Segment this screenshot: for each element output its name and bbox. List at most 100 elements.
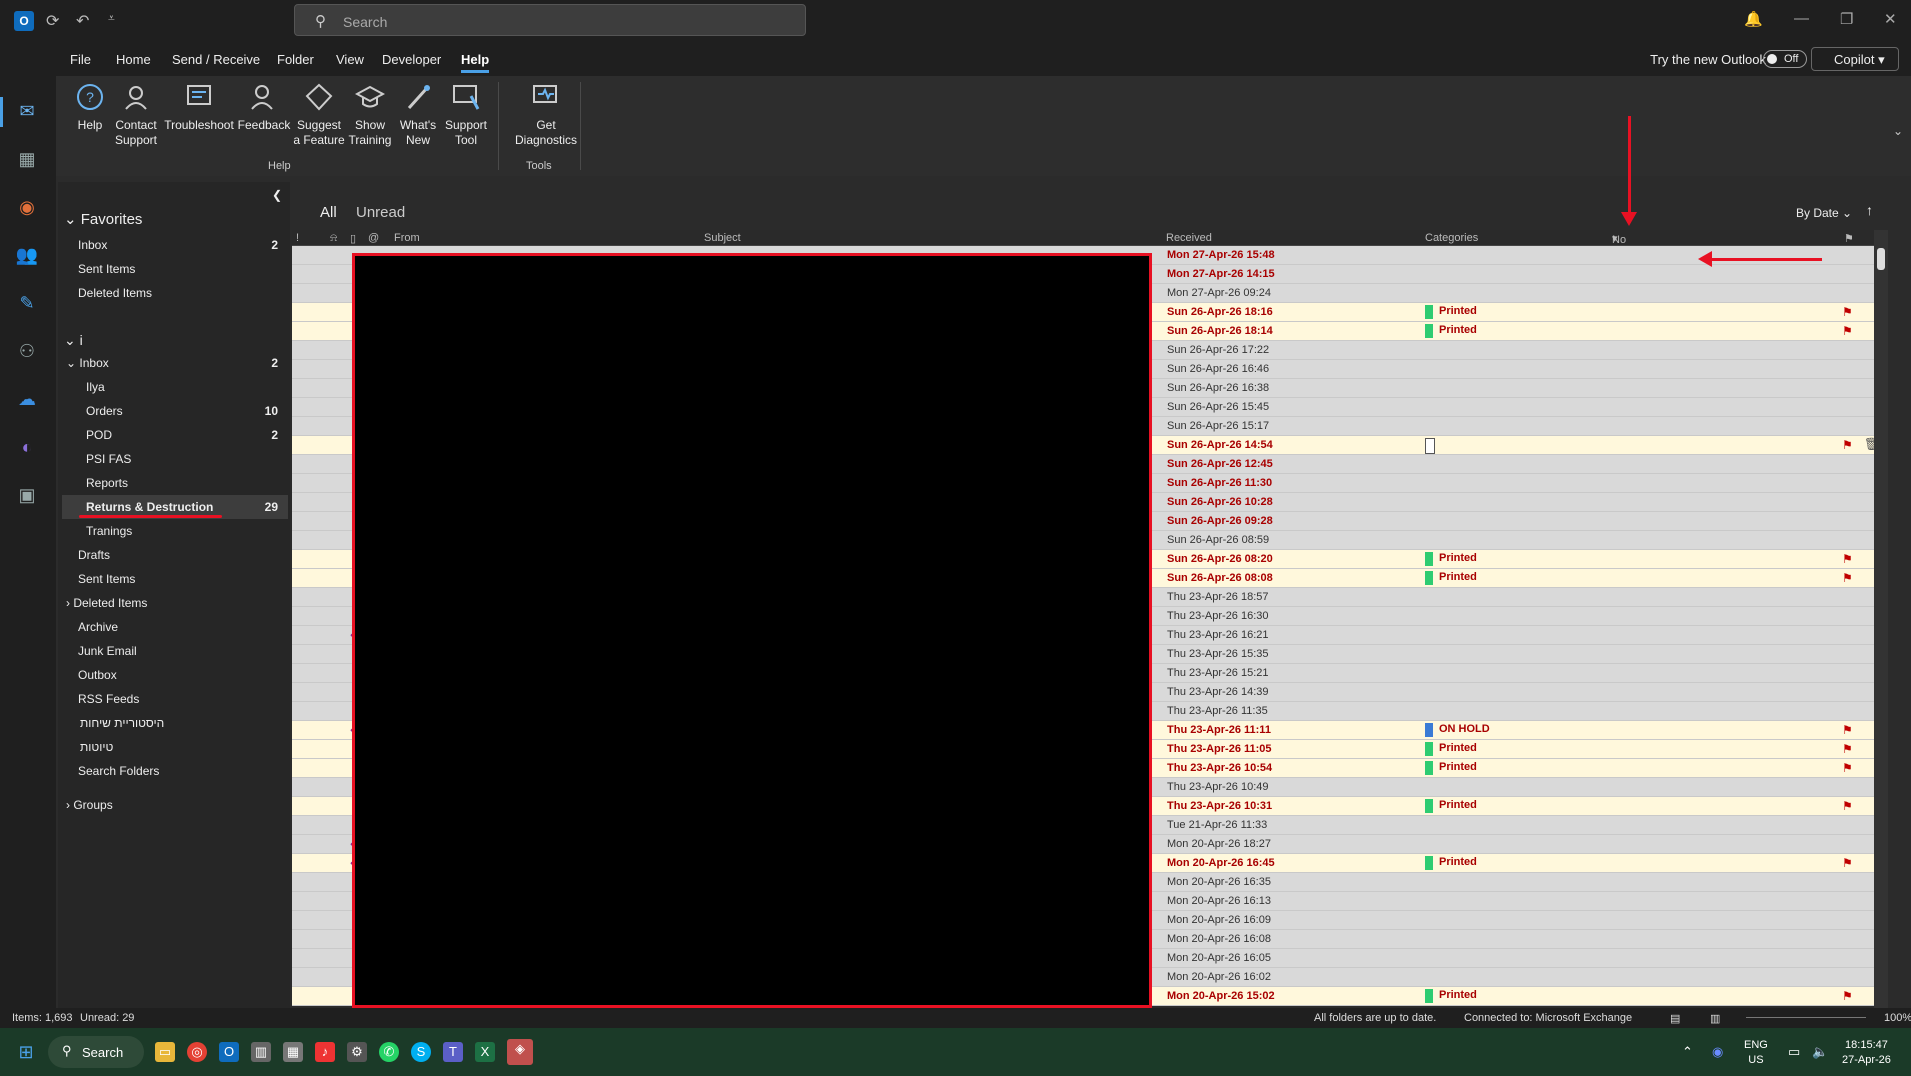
- folder-returns-destruction[interactable]: Returns & Destruction: [86, 500, 213, 514]
- category-tag[interactable]: ON HOLD: [1425, 723, 1490, 737]
- copilot-icon[interactable]: ◉: [14, 194, 40, 220]
- tasks-icon[interactable]: ✎: [14, 290, 40, 316]
- restore-button[interactable]: ❐: [1840, 10, 1853, 28]
- reading-view-icon[interactable]: ▥: [1710, 1012, 1720, 1025]
- scrollbar-thumb[interactable]: [1877, 248, 1885, 270]
- contact-support-button[interactable]: Contact Support: [110, 82, 162, 148]
- whatsapp-icon[interactable]: ✆: [379, 1042, 399, 1062]
- fav-deleted-items[interactable]: Deleted Items: [78, 286, 152, 300]
- windows-start-icon[interactable]: ⊞: [16, 1042, 36, 1062]
- close-button[interactable]: ✕: [1884, 10, 1897, 28]
- people-icon[interactable]: 👥: [14, 242, 40, 268]
- notification-bell-icon[interactable]: 🔔: [1744, 10, 1763, 28]
- view-all-tab[interactable]: All: [320, 204, 337, 221]
- onedrive-icon[interactable]: ☁: [14, 386, 40, 412]
- fav-inbox[interactable]: Inbox: [78, 238, 107, 252]
- clock[interactable]: 18:15:47 27-Apr-26: [1842, 1038, 1891, 1068]
- flag-icon[interactable]: ⚑: [1842, 761, 1853, 775]
- app-taskbar-icon[interactable]: ▥: [251, 1042, 271, 1062]
- folder-drafts[interactable]: Drafts: [78, 548, 110, 562]
- flag-icon[interactable]: ⚑: [1842, 305, 1853, 319]
- category-tag[interactable]: Printed: [1425, 989, 1477, 1003]
- network-tool-icon[interactable]: ⚙: [347, 1042, 367, 1062]
- language-indicator[interactable]: ENG US: [1744, 1038, 1768, 1068]
- copilot-button[interactable]: Copilot ▾: [1811, 47, 1899, 71]
- flag-icon[interactable]: ⚑: [1842, 723, 1853, 737]
- category-tag[interactable]: Printed: [1425, 305, 1477, 319]
- folder-orders[interactable]: Orders: [86, 404, 123, 418]
- tray-app-icon[interactable]: ◉: [1712, 1044, 1723, 1059]
- flag-icon[interactable]: ⚑: [1842, 799, 1853, 813]
- outlook-taskbar-icon[interactable]: O: [219, 1042, 239, 1062]
- suggest-feature-button[interactable]: Suggest a Feature: [292, 82, 346, 148]
- folder-deleted-items[interactable]: › Deleted Items: [66, 596, 147, 610]
- groups-header[interactable]: › Groups: [66, 798, 113, 812]
- folder-junk-email[interactable]: Junk Email: [78, 644, 137, 658]
- vertical-scrollbar[interactable]: [1874, 230, 1888, 1008]
- reminder-col-icon[interactable]: ⍾: [330, 232, 337, 245]
- folder-reports[interactable]: Reports: [86, 476, 128, 490]
- flag-icon[interactable]: ⚑: [1842, 571, 1853, 585]
- menu-folder[interactable]: Folder: [277, 52, 314, 67]
- troubleshoot-button[interactable]: Troubleshoot: [162, 82, 236, 133]
- active-app-icon[interactable]: ◈: [507, 1039, 533, 1065]
- category-tag[interactable]: Printed: [1425, 856, 1477, 870]
- minimize-button[interactable]: —: [1794, 10, 1809, 27]
- col-received[interactable]: Received: [1166, 232, 1212, 244]
- account-header[interactable]: ⌄ i: [64, 332, 83, 349]
- flag-icon[interactable]: ⚑: [1842, 856, 1853, 870]
- calendar-icon[interactable]: ▦: [14, 146, 40, 172]
- flag-icon[interactable]: ⚑: [1842, 742, 1853, 756]
- category-tag[interactable]: Printed: [1425, 742, 1477, 756]
- menu-help[interactable]: Help: [461, 52, 490, 73]
- skype-icon[interactable]: S: [411, 1042, 431, 1062]
- menu-developer[interactable]: Developer: [382, 52, 441, 67]
- folder-conversation-history[interactable]: היסטוריית שיחות: [80, 716, 164, 730]
- category-tag[interactable]: Printed: [1425, 571, 1477, 585]
- collapse-ribbon-icon[interactable]: ⌄: [1893, 124, 1903, 138]
- file-explorer-icon[interactable]: ▭: [155, 1042, 175, 1062]
- folder-rss-feeds[interactable]: RSS Feeds: [78, 692, 139, 706]
- new-outlook-toggle[interactable]: Off: [1763, 50, 1807, 68]
- search-input[interactable]: ⚲ Search: [294, 4, 806, 36]
- flag-icon[interactable]: ⚑: [1842, 438, 1853, 452]
- category-tag[interactable]: Printed: [1425, 799, 1477, 813]
- calculator-icon[interactable]: ▦: [283, 1042, 303, 1062]
- folder-psi-fas[interactable]: PSI FAS: [86, 452, 131, 466]
- mail-icon[interactable]: ✉: [14, 98, 40, 124]
- menu-view[interactable]: View: [336, 52, 364, 67]
- col-no-rt[interactable]: No RT ▾: [1612, 232, 1626, 258]
- folder-outbox[interactable]: Outbox: [78, 668, 117, 682]
- normal-view-icon[interactable]: ▤: [1670, 1012, 1680, 1025]
- tray-overflow-icon[interactable]: ⌃: [1682, 1044, 1693, 1059]
- attachment-col-icon[interactable]: @: [368, 232, 379, 244]
- excel-icon[interactable]: X: [475, 1042, 495, 1062]
- get-diagnostics-button[interactable]: Get Diagnostics: [508, 82, 584, 148]
- sort-direction-icon[interactable]: ↑: [1866, 202, 1873, 218]
- inbox-folder[interactable]: ⌄ Inbox: [66, 356, 109, 370]
- teams-icon[interactable]: T: [443, 1042, 463, 1062]
- folder-tranings[interactable]: Tranings: [86, 524, 132, 538]
- support-tool-button[interactable]: Support Tool: [442, 82, 490, 148]
- view-unread-tab[interactable]: Unread: [356, 204, 405, 221]
- show-training-button[interactable]: Show Training: [346, 82, 394, 148]
- menu-file[interactable]: File: [70, 52, 91, 67]
- help-button[interactable]: ? Help: [70, 82, 110, 133]
- chrome-icon[interactable]: ◎: [187, 1042, 207, 1062]
- menu-home[interactable]: Home: [116, 52, 151, 67]
- flag-icon[interactable]: ⚑: [1842, 552, 1853, 566]
- network-icon[interactable]: ▭: [1788, 1044, 1800, 1059]
- whats-new-button[interactable]: What's New: [394, 82, 442, 148]
- folder-sent-items[interactable]: Sent Items: [78, 572, 135, 586]
- folder-ilya[interactable]: Ilya: [86, 380, 105, 394]
- flag-filter-col-icon[interactable]: ⚑: [1844, 232, 1854, 245]
- category-tag[interactable]: [1425, 438, 1439, 454]
- taskbar-search[interactable]: ⚲ Search: [48, 1036, 144, 1068]
- loop-icon[interactable]: ◐: [14, 434, 40, 460]
- col-from[interactable]: From: [394, 232, 420, 244]
- importance-col-icon[interactable]: !: [296, 232, 299, 244]
- zoom-slider[interactable]: [1746, 1017, 1866, 1018]
- category-tag[interactable]: Printed: [1425, 761, 1477, 775]
- folder-pod[interactable]: POD: [86, 428, 112, 442]
- fav-sent-items[interactable]: Sent Items: [78, 262, 135, 276]
